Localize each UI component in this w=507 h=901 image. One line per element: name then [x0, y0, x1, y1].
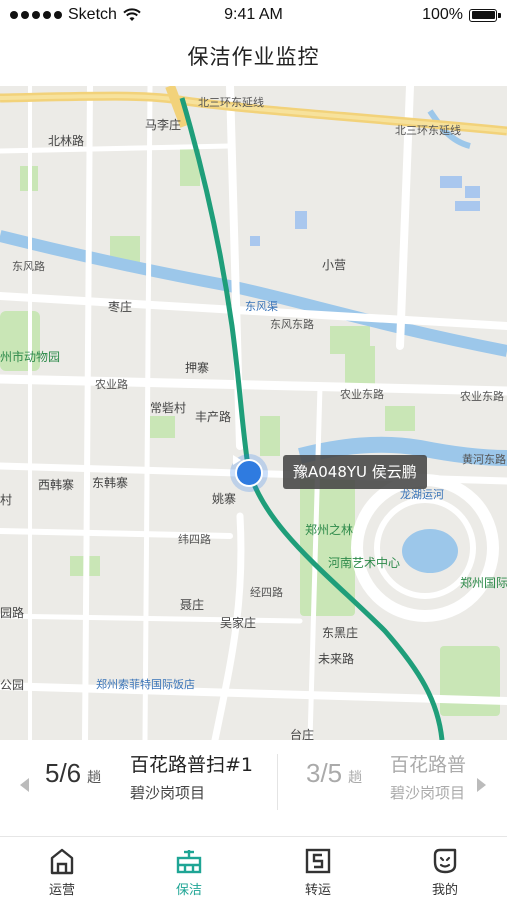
tab-cleaning[interactable]: 保洁 [139, 837, 239, 901]
task-project: 碧沙岗项目 [390, 784, 466, 802]
trip-progress: 3/5 趟 [306, 758, 362, 789]
map-label: 农业路 [95, 378, 128, 391]
battery-status: 100% [422, 6, 501, 24]
map-label: 北三环东延线 [395, 124, 461, 137]
map-view[interactable]: 北三环东延线 北三环东延线 北林路 马李庄 小营 东风路 东风渠 东风东路 枣庄… [0, 86, 507, 740]
map-label: 常砦村 [150, 401, 187, 415]
tab-profile[interactable]: 我的 [395, 837, 495, 901]
cleaning-icon [176, 850, 202, 874]
tab-transfer[interactable]: 转运 [268, 837, 368, 901]
tab-label: 保洁 [175, 883, 202, 898]
map-label: 北三环东延线 [198, 96, 264, 109]
tab-label: 我的 [431, 883, 458, 898]
map-label: 东风东路 [270, 318, 314, 331]
task-name: 百花路普 [390, 754, 467, 776]
trip-count: 3/5 [306, 758, 343, 788]
map-label: 郑州国际 [460, 576, 507, 590]
page-title: 保洁作业监控 [187, 45, 320, 69]
profile-icon [433, 848, 457, 874]
map-label: 纬四路 [178, 533, 211, 546]
home-icon [50, 848, 74, 875]
map-label: 农业东路 [460, 390, 504, 403]
transfer-icon [305, 848, 331, 874]
map-label: 经四路 [250, 586, 283, 599]
map-label: 州市动物园 [0, 350, 61, 364]
map-building-blocks [250, 176, 480, 246]
map-label: 农业东路 [340, 388, 384, 401]
map-label: 聂庄 [180, 598, 205, 612]
map-label: 公园 [0, 678, 25, 692]
carousel-next-arrow-icon[interactable] [477, 778, 486, 792]
battery-icon [469, 8, 501, 22]
task-carousel[interactable]: 5/6 趟 百花路普扫#1 碧沙岗项目 3/5 趟 百花路普 碧沙岗项目 [0, 740, 507, 836]
map-label: 押寨 [185, 361, 210, 375]
map-label: 园路 [0, 606, 25, 620]
map-label: 小营 [322, 258, 347, 272]
tab-label: 运营 [48, 883, 75, 898]
map-canvas [0, 86, 507, 740]
trip-unit: 趟 [348, 769, 363, 785]
tab-operations[interactable]: 运营 [12, 837, 112, 901]
vehicle-location-marker[interactable] [230, 454, 268, 492]
bottom-tab-bar: 运营 保洁 转运 我的 [0, 836, 507, 900]
battery-percent: 100% [422, 6, 463, 23]
map-label: 未来路 [318, 652, 355, 666]
map-label: 北林路 [48, 134, 85, 148]
map-label: 东风路 [12, 260, 45, 273]
map-label: 河南艺术中心 [328, 556, 401, 570]
map-label: 黄河东路 [462, 453, 506, 466]
play-icon [233, 455, 241, 465]
map-label: 姚寨 [212, 492, 237, 506]
map-label: 东黑庄 [322, 626, 359, 640]
map-label: 台庄 [290, 728, 315, 740]
vehicle-info-tooltip[interactable]: 豫A048YU 侯云鹏 [283, 455, 427, 489]
map-label: 丰产路 [195, 410, 232, 424]
map-label: 郑州之林 [305, 523, 354, 537]
map-label: 西韩寨 [38, 478, 75, 492]
map-label: 枣庄 [108, 300, 133, 314]
tab-label: 转运 [304, 883, 331, 898]
map-label: 东韩寨 [92, 476, 129, 490]
task-card[interactable]: 3/5 趟 百花路普 碧沙岗项目 [0, 740, 470, 836]
map-label: 村 [0, 493, 13, 507]
status-bar: Sketch 9:41 AM 100% [0, 0, 507, 30]
map-label: 马李庄 [145, 118, 182, 132]
navigation-bar: 保洁作业监控 [0, 30, 507, 86]
map-label: 东风渠 [245, 300, 278, 313]
map-label: 郑州索菲特国际饭店 [96, 678, 195, 691]
map-label: 吴家庄 [220, 616, 257, 630]
